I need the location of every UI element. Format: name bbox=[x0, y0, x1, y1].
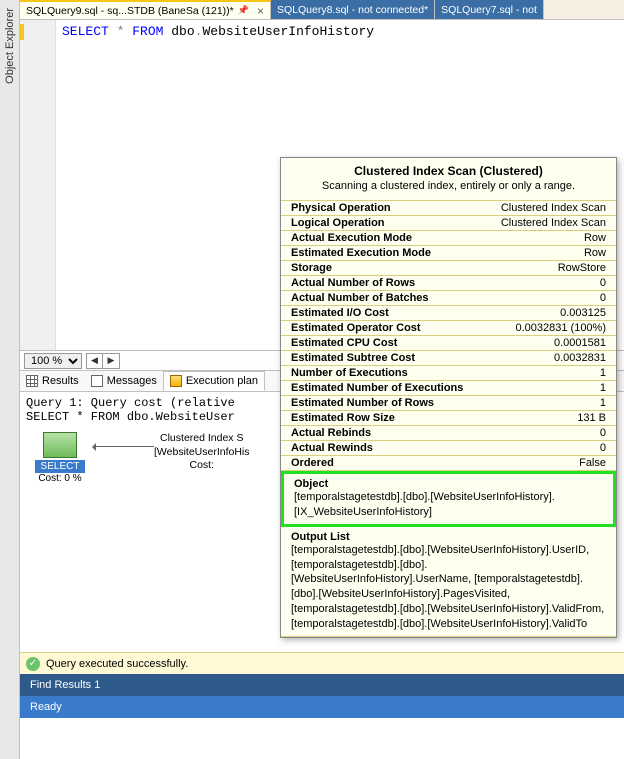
messages-tab[interactable]: Messages bbox=[85, 371, 163, 391]
status-text: Query executed successfully. bbox=[46, 658, 188, 670]
success-icon: ✓ bbox=[26, 657, 40, 671]
tooltip-subtitle: Scanning a clustered index, entirely or … bbox=[281, 180, 616, 201]
tab-sqlquery7[interactable]: SQLQuery7.sql - not bbox=[435, 0, 544, 19]
nav-right-icon[interactable]: ▶ bbox=[103, 354, 119, 368]
ready-bar: Ready bbox=[20, 696, 624, 718]
plan-arrow bbox=[94, 446, 154, 447]
close-icon[interactable]: × bbox=[257, 4, 264, 18]
tooltip-output-section: Output List [temporalstagetestdb].[dbo].… bbox=[281, 527, 616, 637]
tab-label: SQLQuery8.sql - not connected* bbox=[277, 4, 428, 16]
results-tab[interactable]: Results bbox=[20, 371, 85, 391]
tab-sqlquery9[interactable]: SQLQuery9.sql - sq...STDB (BaneSa (121))… bbox=[20, 0, 271, 19]
document-tabs: SQLQuery9.sql - sq...STDB (BaneSa (121))… bbox=[20, 0, 624, 20]
operator-tooltip: Clustered Index Scan (Clustered) Scannin… bbox=[280, 157, 617, 638]
tooltip-props: Physical OperationClustered Index Scan L… bbox=[281, 201, 616, 471]
zoom-nav: ◀ ▶ bbox=[86, 353, 120, 369]
grid-icon bbox=[26, 375, 38, 387]
select-node-icon bbox=[43, 432, 77, 458]
editor-gutter bbox=[20, 20, 56, 350]
tab-sqlquery8[interactable]: SQLQuery8.sql - not connected* bbox=[271, 0, 435, 19]
tab-label: SQLQuery7.sql - not bbox=[441, 4, 537, 16]
messages-icon bbox=[91, 375, 103, 387]
plan-node-cis-label: Clustered Index S [WebsiteUserInfoHis Co… bbox=[154, 432, 250, 473]
tooltip-title: Clustered Index Scan (Clustered) bbox=[281, 158, 616, 180]
find-results-bar[interactable]: Find Results 1 bbox=[20, 674, 624, 696]
tab-label: SQLQuery9.sql - sq...STDB (BaneSa (121))… bbox=[26, 5, 234, 17]
nav-left-icon[interactable]: ◀ bbox=[87, 354, 103, 368]
tooltip-object-section: Object [temporalstagetestdb].[dbo].[Webs… bbox=[281, 471, 616, 527]
execution-plan-icon bbox=[170, 375, 182, 387]
execution-plan-tab[interactable]: Execution plan bbox=[163, 371, 265, 391]
object-explorer-sidebar[interactable]: Object Explorer bbox=[0, 0, 20, 759]
object-explorer-label: Object Explorer bbox=[4, 4, 16, 88]
status-bar: ✓ Query executed successfully. bbox=[20, 652, 624, 674]
zoom-select[interactable]: 100 % bbox=[24, 353, 82, 369]
pin-icon[interactable]: 📌 bbox=[238, 5, 249, 16]
plan-node-select[interactable]: SELECT Cost: 0 % bbox=[26, 432, 94, 484]
